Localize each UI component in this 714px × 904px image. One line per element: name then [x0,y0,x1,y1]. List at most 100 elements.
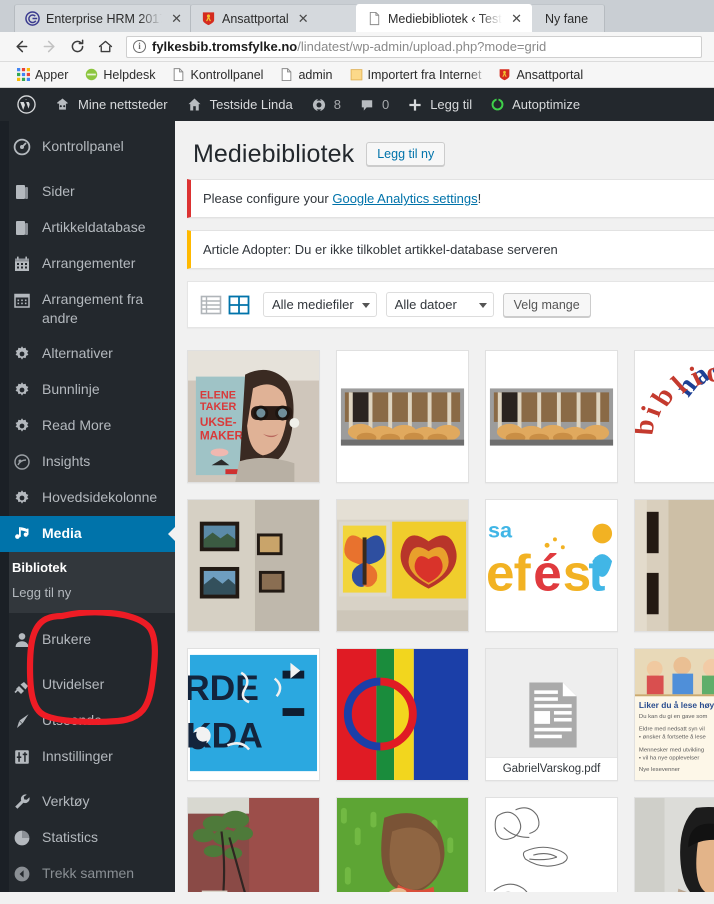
sidebar-item-sider[interactable]: Sider [0,174,175,210]
media-tile-portrait-woman-with-book[interactable]: ELENE TAKER UKSE- MAKER [187,350,320,483]
add-new-media-button[interactable]: Legg til ny [366,142,446,166]
media-tile-framed-photos-on-wall[interactable] [187,499,320,632]
bookmark-kontrollpanel[interactable]: Kontrollpanel [165,66,270,84]
adminbar-testside-linda[interactable]: Testside Linda [177,88,302,121]
shield-crest-icon [500,69,510,81]
google-analytics-settings-link[interactable]: Google Analytics settings [332,191,477,206]
media-tile-liker-du-a-lese-poster[interactable]: Liker du å lese høyt? Du kan du gi en ga… [634,648,714,781]
tab-close-icon[interactable]: ✕ [168,12,185,25]
media-date-filter[interactable]: Alle datoer [385,292,494,317]
media-tile-person-with-cap[interactable] [634,797,714,892]
thumbnail-image: sa e f é s t [486,500,617,631]
media-type-filter-wrap: Alle mediefiler [263,292,377,317]
thumbnail-image [635,798,714,892]
bookmark-helpdesk[interactable]: Helpdesk [78,66,162,84]
bookmark-apper[interactable]: Apper [10,66,75,84]
thumbnail-image [337,351,468,482]
media-tile-pencil-sketch-drawing[interactable] [485,797,618,892]
sidebar-item-label: Insights [42,453,91,469]
bookmark-importert-fra-internet[interactable]: Importert fra Internet [343,66,489,84]
media-tile-gallery-wall-frames[interactable] [634,499,714,632]
bulk-select-button[interactable]: Velg mange [502,292,591,317]
sidebar-item-hovedsidekolonne[interactable]: Hovedsidekolonne [0,480,175,516]
sidebar-item-kontrollpanel[interactable]: Kontrollpanel [0,129,175,165]
browser-tab-0[interactable]: Enterprise HRM 2017.3.0 ✕ [14,4,192,32]
notice-google-analytics: Please configure your Google Analytics s… [187,179,714,218]
browser-tab-2[interactable]: Mediebibliotek ‹ Testside ✕ [356,4,532,32]
media-tile-nasjonalbiblioteket-logo[interactable]: n a s j b i b l i o t [634,350,714,483]
submenu-item-legg-til-ny[interactable]: Legg til ny [0,580,175,605]
collapse-arrow-icon [14,866,30,882]
svg-text:Liker du å lese høyt?: Liker du å lese høyt? [639,700,714,710]
submenu-item-label: Legg til ny [12,585,72,600]
address-bar[interactable]: i fylkesbib.tromsfylke.no/lindatest/wp-a… [126,35,702,58]
url-path: /lindatest/wp-admin/upload.php?mode=grid [297,39,547,54]
sidebar-item-innstillinger[interactable]: Innstillinger [0,739,175,775]
browser-tab-title: Ansattportal [222,11,289,26]
grid-view-icon[interactable] [228,294,250,316]
bookmark-label: admin [298,67,333,82]
media-tile-child-in-grass[interactable] [336,797,469,892]
svg-text:ELENE: ELENE [200,389,236,401]
sidebar-item-statistics[interactable]: Statistics [0,820,175,856]
gear-icon [15,418,29,432]
back-button[interactable] [8,34,34,60]
media-type-filter[interactable]: Alle mediefiler [263,292,377,317]
sidebar-item-brukere[interactable]: Brukere [0,622,175,658]
tab-close-icon[interactable]: ✕ [295,12,312,25]
site-info-icon[interactable]: i [133,40,146,53]
sidebar-item-utseende[interactable]: Utseende [0,703,175,739]
sidebar-item-utvidelser[interactable]: Utvidelser [0,667,175,703]
sidebar-item-label: Brukere [42,631,92,647]
adminbar-autoptimize[interactable]: Autoptimize [481,88,589,121]
forward-button[interactable] [36,34,62,60]
media-tile-lesefest-logo[interactable]: sa e f é s t [485,499,618,632]
media-tile-verden-okdag-blue-poster[interactable]: RDE KDA [187,648,320,781]
sidebar-item-media[interactable]: Media [0,516,175,552]
media-tile-butterfly-and-heart-paintings[interactable] [336,499,469,632]
sidebar-item-label: Hovedsidekolonne [42,489,158,505]
adminbar-comments[interactable]: 0 [350,88,398,121]
media-tile-sami-flag[interactable] [336,648,469,781]
home-button[interactable] [92,34,118,60]
tab-close-icon[interactable]: ✕ [508,12,525,25]
list-view-icon[interactable] [200,294,222,316]
svg-text:Du kan du gi en gave som: Du kan du gi en gave som [639,714,708,720]
browser-tab-1[interactable]: Ansattportal ✕ [190,4,358,32]
media-tile-bread-loaves-on-shelf-1[interactable] [336,350,469,483]
sidebar-item-bunnlinje[interactable]: Bunnlinje [0,372,175,408]
sidebar-item-read-more[interactable]: Read More [0,408,175,444]
notice-article-adopter: Article Adopter: Du er ikke tilkoblet ar… [187,230,714,269]
media-tile-plant-against-red-wall[interactable] [187,797,320,892]
folder-icon [350,69,362,81]
user-icon [15,633,29,647]
comment-bubble-icon [361,99,373,111]
thumbnail-image [337,500,468,631]
sidebar-item-insights[interactable]: Insights [0,444,175,480]
sidebar-item-arrangement-fra-andre[interactable]: Arrangement fra andre [0,282,175,336]
sidebar-item-label: Utseende [42,712,102,728]
adminbar-mine-nettsteder[interactable]: Mine nettsteder [45,88,177,121]
sidebar-item-arrangementer[interactable]: Arrangementer [0,246,175,282]
bookmark-admin[interactable]: admin [273,66,339,84]
apps-grid-icon [17,68,30,81]
sidebar-item-label: Media [42,525,82,541]
gear-icon [15,346,29,360]
sidebar-item-trekk-sammen[interactable]: Trekk sammen [0,856,175,892]
bookmarks-bar: Apper Helpdesk Kontrollpanel admin Impor… [0,62,714,88]
reload-button[interactable] [64,34,90,60]
green-circle-icon [86,68,98,81]
sidebar-item-artikkeldatabase[interactable]: Artikkeldatabase [0,210,175,246]
sidebar-item-alternativer[interactable]: Alternativer [0,336,175,372]
adminbar-updates[interactable]: 8 [302,88,350,121]
adminbar-legg-til[interactable]: Legg til [398,88,481,121]
submenu-item-bibliotek[interactable]: Bibliotek [0,555,175,580]
browser-tab-3[interactable]: Ny fane [530,4,606,32]
wordpress-logo-button[interactable] [8,88,45,121]
media-tile-gabriel-varskog-pdf[interactable]: GabrielVarskog.pdf [485,648,618,781]
thumbnail-image [188,500,319,631]
media-tile-bread-loaves-on-shelf-2[interactable] [485,350,618,483]
bookmark-ansattportal[interactable]: Ansattportal [491,66,590,84]
gear-icon [15,490,29,504]
sidebar-item-verktoy[interactable]: Verktøy [0,784,175,820]
